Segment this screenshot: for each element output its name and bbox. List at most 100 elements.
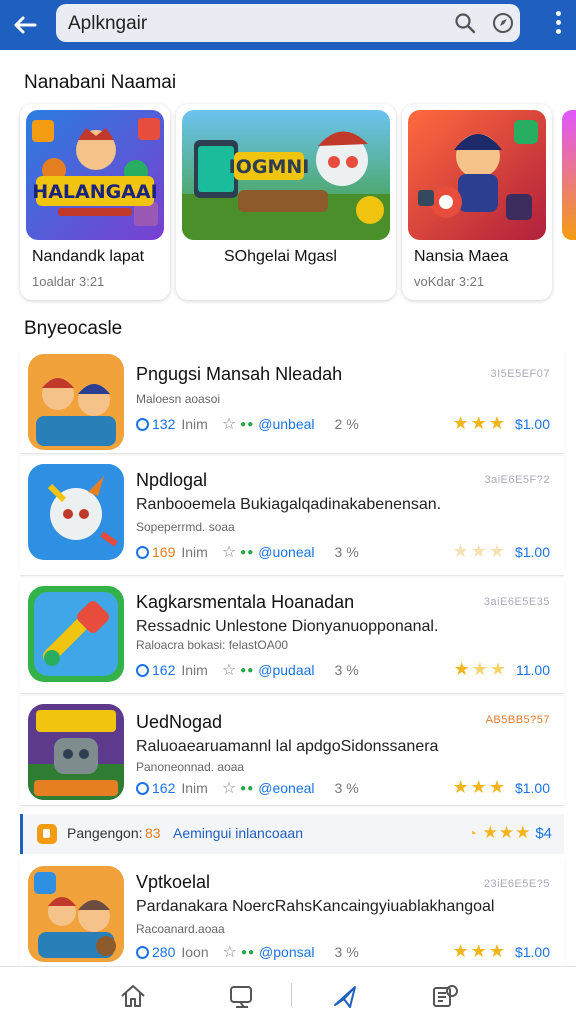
app-name: Kagkarsmentala Hoanadan [136, 592, 355, 612]
search-icon[interactable] [452, 10, 478, 36]
featured-art-text: IOGMNI [229, 156, 310, 178]
nav-divider [291, 983, 292, 1007]
developer-tag[interactable]: @pudaal [258, 662, 314, 678]
search-field[interactable]: Aplkngair [56, 4, 520, 42]
app-name: Npdlogal [136, 470, 208, 490]
star-icon: ★ [488, 413, 505, 433]
send-icon[interactable] [330, 981, 360, 1011]
featured-section-title: Nanabani Naamai [24, 72, 177, 93]
price[interactable]: $1.00 [515, 944, 550, 960]
downloads-unit: Inim [181, 662, 208, 678]
downloads-icon [136, 781, 149, 795]
featured-art: IOGMNI [182, 110, 390, 240]
star-icon: ★ [471, 659, 488, 679]
downloads-count: 280 [152, 944, 176, 960]
price[interactable]: $1.00 [515, 416, 550, 432]
star-icon: ★ [470, 777, 487, 797]
developer-tag[interactable]: @ponsal [259, 944, 314, 960]
downloads-count: 162 [152, 662, 176, 678]
featured-card[interactable]: Nansia Maea voKdar 3:21 [402, 104, 552, 300]
top-app-bar: Aplkngair [0, 0, 576, 50]
list-item[interactable]: Kagkarsmentala Hoanadan Ressadnic Unlest… [20, 578, 564, 694]
home-icon[interactable] [118, 981, 148, 1011]
downloads-unit: Ioon [181, 944, 209, 960]
star-outline-icon: ☆ [221, 662, 237, 679]
downloads-icon [136, 663, 149, 677]
percent-value: 3 % [334, 544, 359, 560]
list-section-title: Bnyeocasle [24, 318, 123, 339]
star-icon: ★ [488, 541, 505, 561]
rating: ★ ★ ★ $1.00 [453, 541, 550, 562]
rating: ★ ★ ★ $1.00 [453, 941, 550, 962]
star-icon: ★ [452, 941, 469, 961]
promo-price[interactable]: $4 [535, 825, 552, 842]
featured-title: SOhgelai Mgasl [224, 248, 337, 265]
app-meta-small: Sopeperrmd. soaa [136, 520, 235, 534]
dots-icon: ●● [240, 546, 255, 558]
rating: ★ ★ ★ 11.00 [454, 659, 550, 680]
star-icon: ★ [488, 941, 505, 961]
star-icon: ★ [482, 823, 498, 842]
downloads-icon [136, 545, 149, 559]
app-stats: 162 Inim ☆ ●● @pudaal 3 % [136, 660, 359, 680]
price[interactable]: 11.00 [516, 662, 550, 678]
list-item[interactable]: UedNogad Raluoaearuamannl lal apdgoSidon… [20, 696, 564, 806]
percent-value: 3 % [334, 780, 359, 796]
promo-number: 83 [145, 825, 161, 841]
featured-card[interactable]: IOGMNI SOhgelai Mgasl [176, 104, 396, 300]
games-icon[interactable] [226, 981, 256, 1011]
compass-icon[interactable] [490, 10, 516, 36]
app-code: 3I5E5EF07 [490, 368, 550, 380]
list-item[interactable]: Npdlogal Ranbooemela Bukiagalqadinakaben… [20, 456, 564, 576]
app-stats: 169 Inim ☆ ●● @uoneal 3 % [136, 542, 359, 562]
featured-card[interactable]: HALANGAAI Nandandk lapat 1oaldar 3:21 [20, 104, 170, 300]
back-arrow-icon[interactable] [8, 8, 42, 42]
star-icon: ★ [489, 659, 506, 679]
app-meta-small: Maloesn aoasoi [136, 392, 221, 406]
app-icon [28, 464, 124, 560]
rating: ★ ★ ★ $1.00 [453, 777, 550, 798]
price[interactable]: $1.00 [515, 544, 550, 560]
app-code: 3aiE6E5F?2 [484, 474, 550, 486]
more-vert-icon[interactable] [556, 11, 562, 39]
price[interactable]: $1.00 [515, 780, 550, 796]
percent-value: 3 % [334, 944, 359, 960]
featured-art-text: HALANGAAI [32, 181, 157, 203]
developer-tag[interactable]: @eoneal [258, 780, 314, 796]
promo-text[interactable]: Aemingui inlancoaan [173, 825, 303, 841]
promo-label: Pangengon: [67, 825, 143, 841]
developer-tag[interactable]: @unbeal [258, 416, 314, 432]
featured-art: HALANGAAI [26, 110, 164, 240]
dots-icon: ●● [240, 782, 255, 794]
featured-card-peek[interactable] [562, 110, 576, 240]
app-name: Pngugsi Mansah Nleadah [136, 364, 343, 384]
rating: ★ ★ ★ $1.00 [453, 413, 550, 434]
search-input[interactable]: Aplkngair [68, 13, 147, 35]
star-icon: ★ [515, 823, 531, 842]
percent-value: 3 % [334, 662, 359, 678]
app-name: UedNogad [136, 712, 223, 732]
star-icon: ★ [470, 413, 487, 433]
star-icon: ★ [452, 777, 469, 797]
downloads-count: 169 [152, 544, 176, 560]
list-item[interactable]: Vptkoelal Pardanakara NoercRahsKancaingy… [20, 860, 564, 970]
library-icon[interactable] [430, 981, 460, 1011]
star-outline-icon: ☆ [221, 780, 237, 797]
bottom-navigation [0, 966, 576, 1024]
star-icon: ★ [470, 541, 487, 561]
app-code: 3aiE6E5E35 [483, 596, 550, 608]
star-outline-icon: ☆ [222, 944, 237, 961]
star-icon: ★ [498, 823, 515, 842]
app-meta-small: Racoanard.aoaa [136, 922, 225, 936]
star-outline-icon: ☆ [221, 416, 237, 433]
app-icon [28, 866, 124, 962]
list-item[interactable]: Pngugsi Mansah Nleadah Maloesn aoasoi 3I… [20, 350, 564, 454]
app-code: 23iE6E5E?5 [483, 878, 550, 890]
app-icon [28, 704, 124, 800]
featured-title: Nandandk lapat [32, 248, 145, 265]
developer-tag[interactable]: @uoneal [258, 544, 314, 560]
promo-banner[interactable]: Pangengon: 83 Aemingui inlancoaan ◔ ★ ★ ★ … [20, 814, 564, 854]
app-description: Pardanakara NoercRahsKancaingyiuablakhan… [136, 898, 495, 915]
dots-icon: ●● [240, 946, 256, 958]
star-icon: ★ [452, 541, 469, 561]
